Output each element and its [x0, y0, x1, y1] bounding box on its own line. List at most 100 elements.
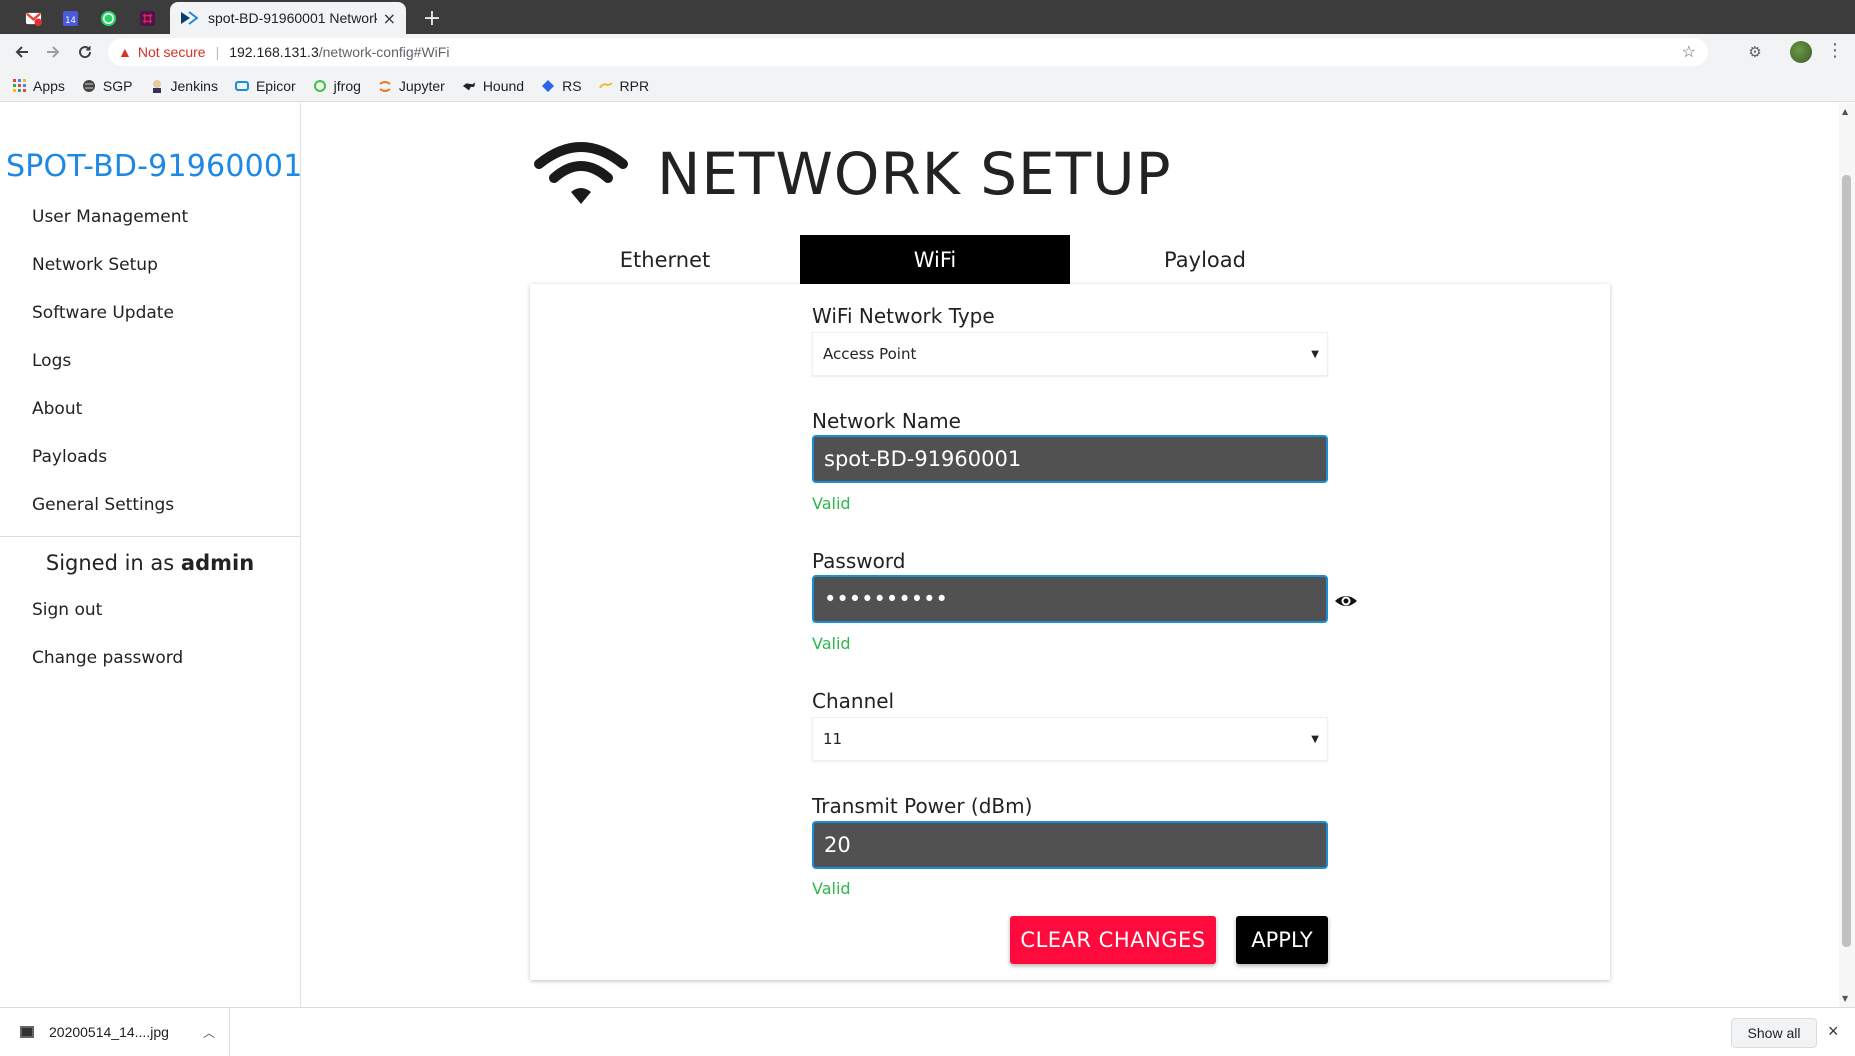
scroll-up-arrow-icon[interactable]: ▲ [1842, 107, 1848, 116]
wifi-config-card [530, 284, 1610, 980]
bookmark-label: RS [562, 77, 582, 94]
url-path: /network-config#WiFi [318, 44, 450, 60]
password-valid-status: Valid [812, 634, 851, 653]
network-type-value: Access Point [823, 345, 917, 363]
whatsapp-icon [100, 10, 116, 26]
security-status[interactable]: Not secure [138, 44, 206, 60]
bookmark-jenkins[interactable]: Jenkins [150, 78, 218, 94]
chevron-down-icon: ▼ [1311, 348, 1319, 360]
tab-close-icon[interactable]: × [383, 9, 396, 28]
sidebar-item-software-update[interactable]: Software Update [32, 303, 174, 323]
bookmark-apps[interactable]: Apps [12, 78, 65, 94]
sidebar-item-general-settings[interactable]: General Settings [32, 495, 174, 515]
forward-button[interactable] [40, 40, 66, 64]
network-name-valid-status: Valid [812, 494, 851, 513]
pinned-tab-whatsapp[interactable] [89, 4, 127, 32]
download-item[interactable]: 20200514_14....jpg ︿ [0, 1008, 230, 1056]
scroll-down-arrow-icon[interactable]: ▼ [1842, 994, 1848, 1003]
scrollbar-thumb[interactable] [1842, 175, 1851, 947]
bookmark-label: Apps [33, 77, 65, 94]
wifi-icon [534, 142, 628, 204]
network-name-label: Network Name [812, 409, 961, 433]
image-file-icon [20, 1026, 34, 1038]
tx-power-label: Transmit Power (dBm) [812, 794, 1033, 818]
browser-toolbar: ▲ Not secure | 192.168.131.3 /network-co… [0, 34, 1855, 70]
gmail-icon [25, 12, 42, 26]
epicor-icon [234, 79, 249, 93]
bookmark-epicor[interactable]: Epicor [234, 78, 296, 94]
url-host: 192.168.131.3 [229, 44, 319, 60]
password-input[interactable] [812, 575, 1328, 623]
sidebar-divider [0, 536, 300, 537]
chevron-down-icon: ▼ [1311, 733, 1319, 745]
bookmarks-bar: Apps SGP Jenkins Epicor jfrog Jupyter Ho… [0, 70, 1855, 102]
page-scrollbar[interactable]: ▲ ▼ [1839, 103, 1855, 1007]
globe-icon [82, 79, 96, 93]
sidebar-item-payloads[interactable]: Payloads [32, 447, 107, 467]
bookmark-hound[interactable]: Hound [462, 78, 524, 94]
bookmark-rpr[interactable]: RPR [598, 78, 649, 94]
apps-grid-icon [12, 79, 26, 93]
chevron-up-icon[interactable]: ︿ [203, 1024, 215, 1041]
network-name-input[interactable] [812, 435, 1328, 483]
signed-in-prefix: Signed in as [45, 551, 175, 575]
jenkins-icon [150, 79, 164, 93]
device-name[interactable]: SPOT-BD-91960001 [6, 149, 302, 184]
bookmark-label: SGP [102, 77, 133, 94]
bookmark-rs[interactable]: RS [541, 77, 582, 94]
sidebar: SPOT-BD-91960001 User Management Network… [0, 103, 302, 1007]
jupyter-icon [378, 79, 392, 93]
sign-out-link[interactable]: Sign out [32, 600, 102, 620]
bookmark-label: Hound [482, 77, 525, 94]
back-arrow-icon [15, 46, 28, 58]
sidebar-item-user-management[interactable]: User Management [32, 207, 188, 227]
spot-favicon-icon [181, 11, 198, 25]
bookmark-jfrog[interactable]: jfrog [313, 78, 361, 94]
address-bar[interactable]: ▲ Not secure | 192.168.131.3 /network-co… [108, 38, 1708, 66]
close-download-bar-icon[interactable]: × [1828, 1021, 1839, 1042]
apply-button[interactable]: APPLY [1236, 916, 1328, 964]
signed-in-status: Signed in as admin [0, 551, 300, 575]
browser-tab-strip: 14 spot-BD-91960001 Network × + [0, 0, 1855, 34]
tab-payload[interactable]: Payload [1070, 235, 1340, 284]
bookmark-jupyter[interactable]: Jupyter [378, 78, 445, 94]
bookmark-sgp[interactable]: SGP [82, 78, 133, 94]
network-type-select[interactable]: Access Point ▼ [812, 332, 1328, 376]
tx-power-input[interactable] [812, 821, 1328, 869]
change-password-link[interactable]: Change password [32, 648, 183, 668]
reload-icon [79, 46, 92, 59]
channel-select[interactable]: 11 ▼ [812, 717, 1328, 761]
bookmark-star-icon[interactable]: ☆ [1682, 42, 1696, 62]
rpr-icon [598, 79, 613, 93]
pinned-tab-gmail[interactable] [14, 4, 52, 32]
sidebar-item-about[interactable]: About [32, 399, 82, 419]
new-tab-button[interactable]: + [418, 4, 446, 32]
tab-title: spot-BD-91960001 Network [208, 10, 377, 26]
sidebar-item-network-setup[interactable]: Network Setup [32, 255, 158, 275]
pinned-tab-slack[interactable] [128, 4, 166, 32]
bookmark-label: jfrog [333, 77, 361, 94]
signed-in-user: admin [180, 551, 255, 575]
profile-avatar[interactable] [1790, 41, 1812, 63]
channel-label: Channel [812, 689, 895, 713]
browser-menu-icon[interactable]: ⋮ [1826, 40, 1844, 61]
bookmark-label: Jupyter [398, 77, 445, 94]
reload-button[interactable] [72, 40, 98, 64]
svg-text:14: 14 [65, 16, 76, 26]
show-all-downloads-button[interactable]: Show all [1731, 1018, 1817, 1048]
extension-icon[interactable]: ⚙ [1745, 42, 1765, 62]
jfrog-icon [313, 79, 327, 93]
rs-icon [541, 79, 555, 93]
tab-wifi[interactable]: WiFi [800, 235, 1070, 284]
show-password-eye-icon[interactable] [1334, 589, 1358, 613]
back-button[interactable] [9, 40, 35, 64]
network-type-label: WiFi Network Type [812, 304, 995, 328]
sidebar-item-logs[interactable]: Logs [32, 351, 71, 371]
channel-value: 11 [823, 730, 843, 748]
page-title: NETWORK SETUP [657, 140, 1172, 208]
active-browser-tab[interactable]: spot-BD-91960001 Network × [170, 2, 406, 34]
calendar-icon: 14 [62, 10, 78, 26]
pinned-tab-calendar[interactable]: 14 [51, 4, 89, 32]
tab-ethernet[interactable]: Ethernet [530, 235, 800, 284]
clear-changes-button[interactable]: CLEAR CHANGES [1010, 916, 1216, 964]
